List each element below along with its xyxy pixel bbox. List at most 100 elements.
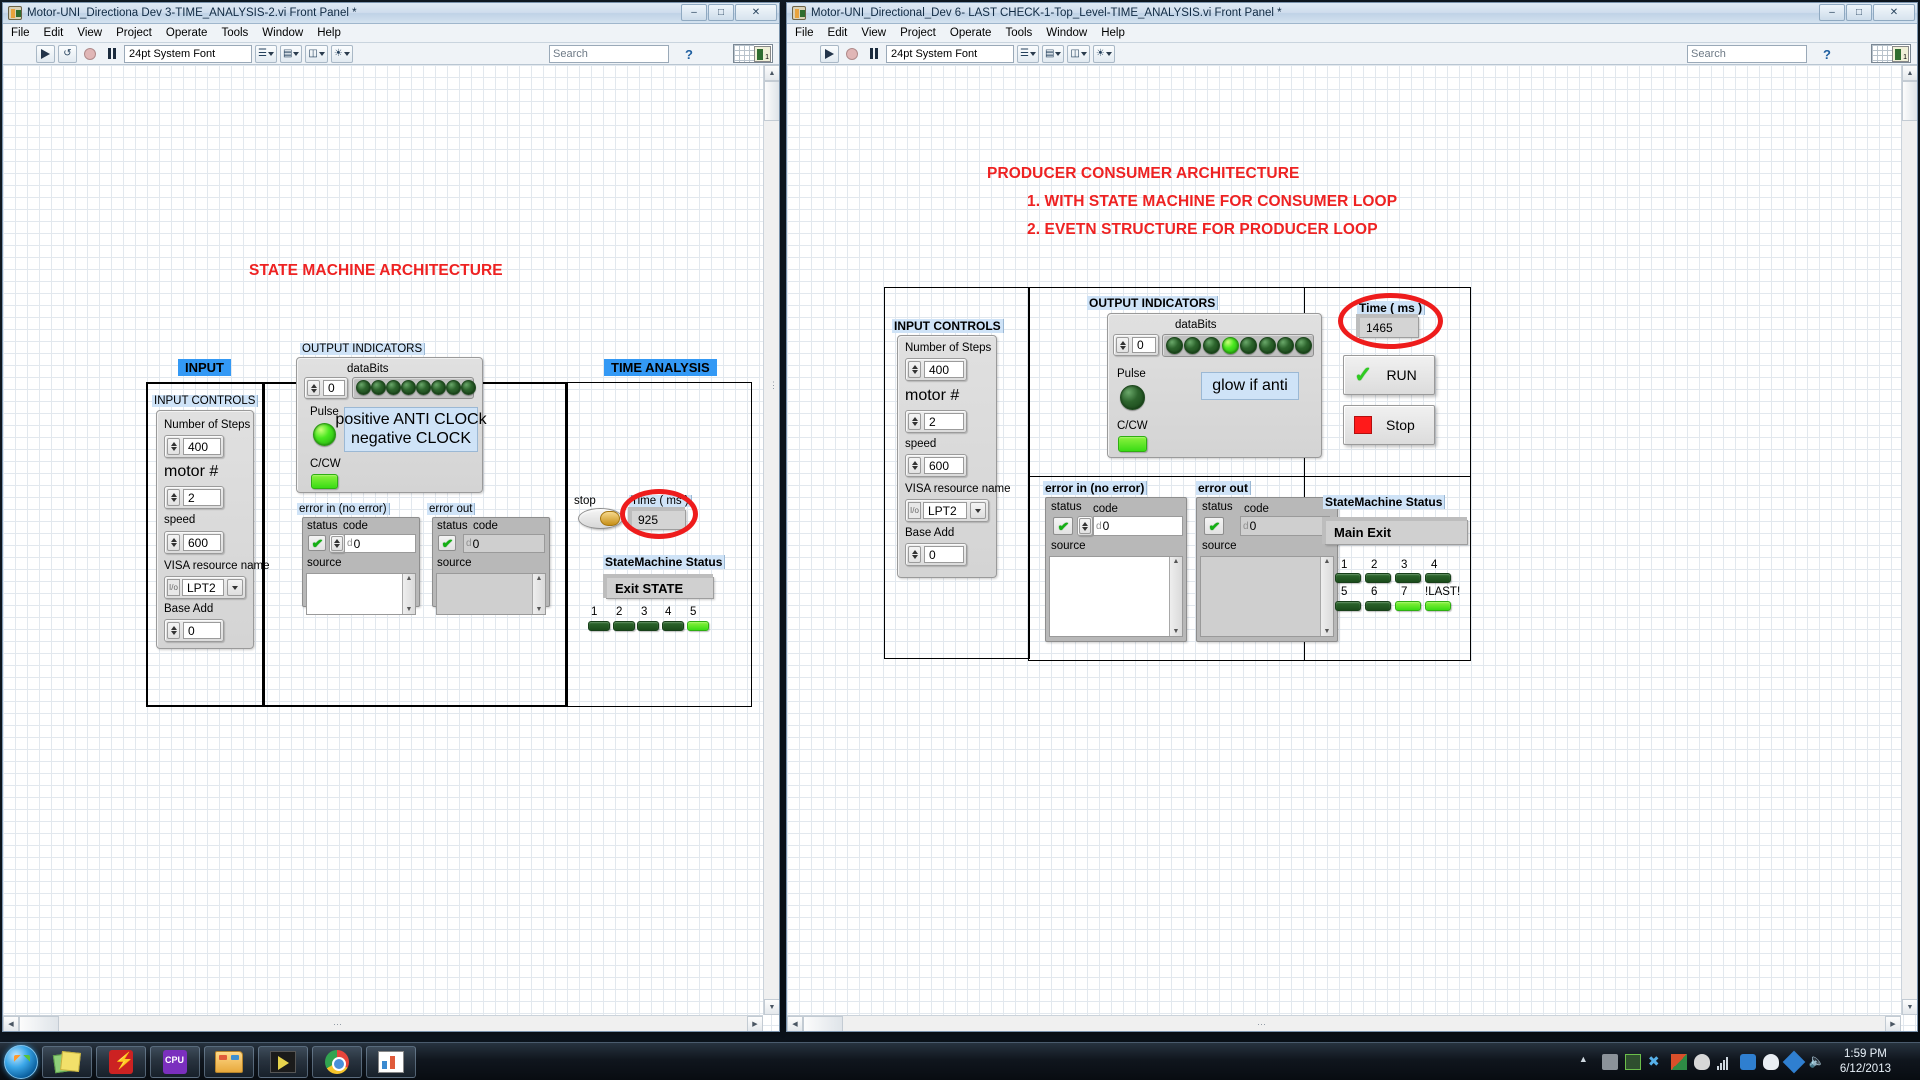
menu-edit[interactable]: Edit [44,27,64,39]
error-in-code-spinner-right[interactable] [1077,516,1093,536]
taskbar[interactable]: ▲ ✖ 🔈 1:59 PM 6/12/2013 [0,1042,1920,1080]
minimize-button-left[interactable]: – [681,4,707,21]
clock[interactable]: 1:59 PM 6/12/2013 [1832,1047,1899,1076]
menu-operate[interactable]: Operate [166,27,208,39]
distribute-objects-button[interactable]: ▤ [279,44,303,63]
split-grip-horizontal[interactable]: ⋯ [1257,1019,1267,1030]
number-of-steps-value[interactable]: 400 [183,438,221,455]
databits-index-input[interactable]: 0 [304,377,348,399]
menu-operate[interactable]: Operate [950,27,992,39]
databits-index-value[interactable]: 0 [323,380,345,396]
spinner-icon[interactable] [908,546,921,563]
show-hidden-icons-arrow[interactable]: ▲ [1579,1054,1595,1070]
titlebar-left[interactable]: Motor-UNI_Directiona Dev 3-TIME_ANALYSIS… [3,3,779,24]
align-objects-button[interactable]: ☰ [255,44,277,63]
scroll-thumb-vertical[interactable] [1902,81,1917,121]
databits-index-input-right[interactable]: 0 [1113,334,1159,356]
scroll-thumb-vertical[interactable] [764,81,779,121]
pause-button[interactable] [102,45,121,63]
error-in-status-checkbox-right[interactable]: ✔ [1053,517,1073,535]
split-grip-vertical[interactable]: ⋮ [769,380,779,391]
menu-help[interactable]: Help [317,27,341,39]
scrollbar-vertical[interactable]: ▲ ▼ [1320,557,1333,636]
system-tray[interactable]: ▲ ✖ 🔈 1:59 PM 6/12/2013 [1579,1047,1920,1076]
scroll-down-button[interactable]: ▼ [1902,999,1917,1015]
close-button-left[interactable]: ✕ [735,4,777,21]
stop-toggle-switch[interactable] [578,508,623,529]
search-input[interactable]: Search [1687,45,1807,63]
labview-window-right[interactable]: Motor-UNI_Directional_Dev 6- LAST CHECK-… [786,2,1918,1032]
stop-button-right[interactable]: Stop [1343,405,1435,445]
databits-index-value-right[interactable]: 0 [1132,337,1156,353]
base-add-value[interactable]: 0 [183,622,221,639]
scroll-up-button[interactable]: ▲ [764,65,779,81]
menubar-left[interactable]: File Edit View Project Operate Tools Win… [3,24,779,43]
labview-window-left[interactable]: Motor-UNI_Directiona Dev 3-TIME_ANALYSIS… [2,2,780,1032]
motor-number-value-right[interactable]: 2 [924,413,964,430]
run-button[interactable] [820,44,839,63]
close-button-right[interactable]: ✕ [1873,4,1915,21]
spinner-icon[interactable] [167,438,180,455]
dropbox-icon[interactable] [1782,1050,1806,1073]
scroll-thumb-horizontal[interactable] [803,1016,843,1031]
resize-objects-button[interactable]: ◫ [1067,44,1090,63]
taskbar-item-labview[interactable] [258,1045,308,1078]
taskbar-item-labview-project[interactable] [366,1045,416,1078]
run-button[interactable] [36,44,55,63]
scroll-right-button[interactable]: ▶ [747,1016,763,1031]
split-grip-horizontal[interactable]: ⋯ [333,1019,343,1030]
error-in-code-spinner[interactable] [329,534,345,553]
spinner-icon[interactable] [908,457,921,474]
scroll-left-button[interactable]: ◀ [3,1016,19,1031]
menubar-right[interactable]: File Edit View Project Operate Tools Win… [787,24,1917,43]
abort-execution-button[interactable] [842,45,861,63]
titlebar-right[interactable]: Motor-UNI_Directional_Dev 6- LAST CHECK-… [787,3,1917,24]
usb-safely-remove-icon[interactable] [1601,1053,1618,1070]
scrollbar-vertical[interactable]: ▲ ▼ [402,574,415,614]
scroll-up-button[interactable]: ▲ [1902,65,1917,81]
search-input[interactable]: Search [549,45,669,63]
error-in-code-value-right[interactable]: d0 [1093,516,1183,536]
menu-tools[interactable]: Tools [1005,27,1032,39]
run-button-right[interactable]: ✓ RUN [1343,355,1435,395]
start-button[interactable] [4,1044,38,1079]
spinner-icon[interactable] [1079,518,1091,534]
help-icon[interactable]: ? [685,47,693,62]
taskbar-item-windows-explorer[interactable] [204,1045,254,1078]
menu-window[interactable]: Window [262,27,303,39]
menu-edit[interactable]: Edit [828,27,848,39]
taskbar-item-security-app[interactable] [96,1045,146,1078]
scroll-thumb-horizontal[interactable] [19,1016,59,1031]
taskbar-item-cpu-monitor[interactable] [150,1045,200,1078]
signal-bars-icon[interactable] [1716,1054,1733,1070]
speed-value[interactable]: 600 [183,534,221,551]
error-in-status-checkbox[interactable]: ✔ [308,535,326,551]
front-panel-canvas-left[interactable]: STATE MACHINE ARCHITECTURE INPUT OUTPUT … [3,65,779,1031]
chevron-down-icon[interactable] [227,579,243,596]
scroll-down-button[interactable]: ▼ [764,999,779,1015]
scrollbar-vertical-right[interactable]: ▲ ▼ [1901,65,1917,1015]
context-help-icon[interactable] [1871,44,1911,63]
visa-resource-name-value-right[interactable]: LPT2 [923,502,967,519]
error-in-code-value[interactable]: d0 [344,534,416,553]
network-activity-icon[interactable] [1624,1053,1641,1070]
scroll-right-button[interactable]: ▶ [1885,1016,1901,1031]
menu-view[interactable]: View [77,27,102,39]
chevron-down-icon[interactable] [970,502,986,519]
visa-resource-name-input-right[interactable]: I/o LPT2 [905,499,989,522]
menu-window[interactable]: Window [1046,27,1087,39]
number-of-steps-input-right[interactable]: 400 [905,358,967,381]
window-controls-left[interactable]: – □ ✕ [681,4,777,21]
xmarks-icon[interactable]: ✖ [1648,1054,1664,1070]
taskbar-item-sticky-notes[interactable] [42,1045,92,1078]
spinner-icon[interactable] [167,622,180,639]
context-help-icon[interactable] [733,44,773,63]
spinner-icon[interactable] [307,380,320,396]
menu-tools[interactable]: Tools [221,27,248,39]
menu-project[interactable]: Project [900,27,936,39]
font-selector[interactable]: 24pt System Font [886,44,1014,63]
menu-view[interactable]: View [861,27,886,39]
speed-input-right[interactable]: 600 [905,454,967,477]
spinner-icon[interactable] [167,534,180,551]
run-continuously-button[interactable]: ↺ [58,44,77,63]
